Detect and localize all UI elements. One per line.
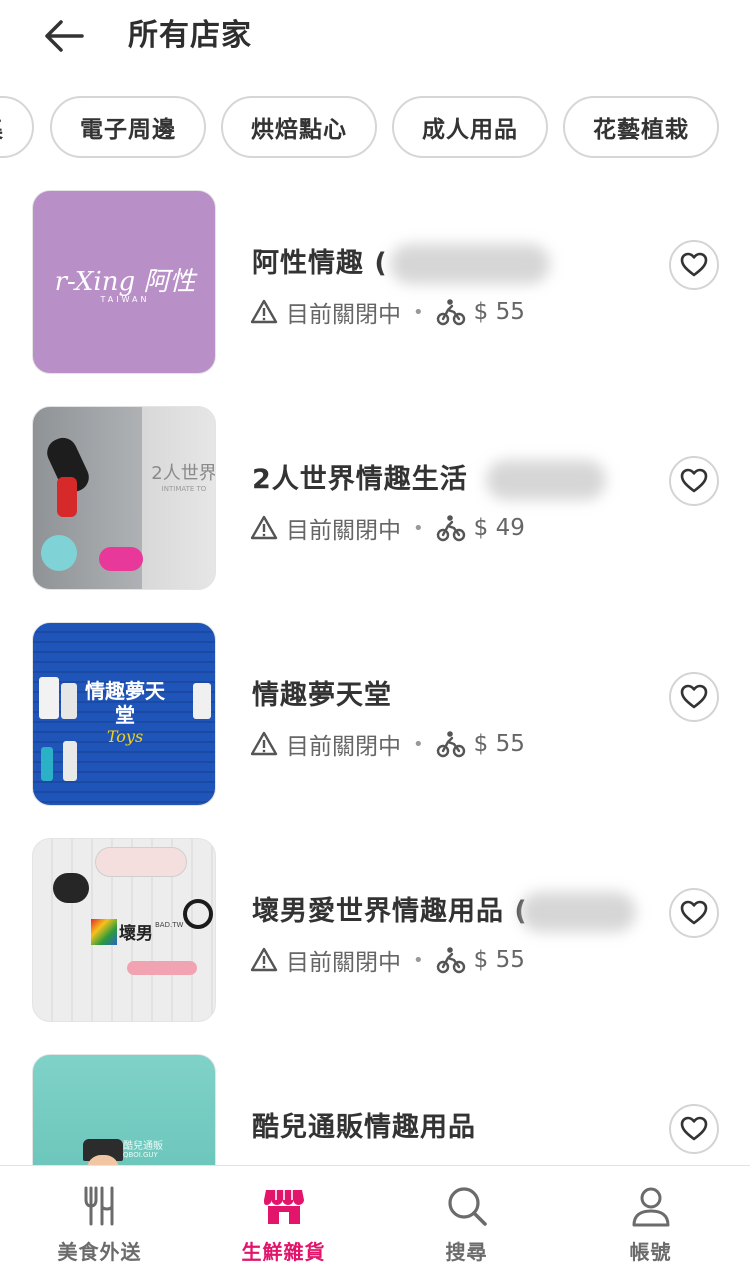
chip-category[interactable]: 成人用品 [392, 96, 548, 158]
separator-dot: • [413, 949, 424, 971]
separator-dot: • [413, 517, 424, 539]
heart-icon [680, 252, 708, 277]
warning-icon [250, 947, 278, 972]
logo-text: 酷兒通販 [123, 1141, 163, 1152]
logo-text: r-Xing 阿性 [54, 267, 196, 297]
nav-label: 美食外送 [57, 1240, 142, 1264]
category-chips: 集 電子周邊 烘焙點心 成人用品 花藝植栽 [0, 96, 750, 158]
store-meta: 目前關閉中 • $ 55 [250, 296, 525, 328]
logo-subtext: INTIMATE TO [161, 485, 207, 493]
product-shape [57, 477, 77, 517]
warning-icon [250, 515, 278, 540]
delivery-fee: $ 55 [473, 947, 525, 973]
product-shape [53, 873, 89, 903]
logo-subtext: TAIWAN [100, 295, 150, 304]
store-meta: 目前關閉中 • $ 55 [250, 944, 525, 976]
logo-subtext: QBOI.GUY [123, 1151, 158, 1159]
store-logo: r-Xing 阿性 TAIWAN [32, 190, 216, 374]
heart-icon [680, 468, 708, 493]
nav-search[interactable]: 搜尋 [373, 1166, 560, 1285]
nav-label: 生鮮雜貨 [241, 1240, 326, 1264]
warning-icon [250, 299, 278, 324]
favorite-button[interactable] [669, 240, 719, 290]
back-button[interactable] [40, 14, 88, 58]
person-icon [632, 1187, 669, 1227]
store-card[interactable]: r-Xing 阿性 TAIWAN 阿性情趣 ( 目前關閉中 • $ 55 [0, 190, 750, 374]
page-title: 所有店家 [128, 18, 252, 53]
delivery-fee: $ 55 [473, 299, 525, 325]
store-logo: 情趣夢天堂 Toys [32, 622, 216, 806]
arrow-left-icon [45, 20, 84, 52]
delivery-fee: $ 55 [473, 731, 525, 757]
logo-text: 情趣夢天堂 [85, 679, 165, 727]
logo-mark [91, 919, 117, 945]
separator-dot: • [413, 301, 424, 323]
warning-icon [250, 731, 278, 756]
delivery-bike-icon [436, 731, 465, 758]
product-shape [41, 747, 53, 781]
heart-icon [680, 684, 708, 709]
store-logo: 壞男 BAD.TW [32, 838, 216, 1022]
store-logo: 酷兒通販 QBOI.GUY [32, 1054, 216, 1165]
store-name: 阿性情趣 ( [252, 248, 388, 279]
header: 所有店家 [0, 0, 750, 72]
chip-category[interactable]: 集 [0, 96, 34, 158]
store-icon [263, 1190, 304, 1224]
product-shape [127, 961, 197, 975]
store-meta: 目前關閉中 • $ 49 [250, 512, 525, 544]
product-shape [99, 547, 143, 571]
delivery-bike-icon [436, 947, 465, 974]
store-card[interactable]: 酷兒通販 QBOI.GUY 酷兒通販情趣用品 [0, 1054, 750, 1165]
store-name: 酷兒通販情趣用品 [252, 1112, 476, 1143]
heart-icon [680, 1116, 708, 1141]
nav-grocery[interactable]: 生鮮雜貨 [190, 1166, 377, 1285]
logo-subtext: Toys [106, 727, 144, 746]
redacted-branch [520, 892, 636, 932]
favorite-button[interactable] [669, 1104, 719, 1154]
search-icon [447, 1187, 487, 1226]
chip-category[interactable]: 烘焙點心 [221, 96, 377, 158]
store-status: 目前關閉中 [286, 950, 401, 976]
utensils-icon [84, 1186, 113, 1226]
store-meta: 目前關閉中 • $ 55 [250, 728, 525, 760]
store-name: 壞男愛世界情趣用品 ( [252, 896, 528, 927]
store-name: 情趣夢天堂 [252, 680, 392, 711]
store-status: 目前關閉中 [286, 302, 401, 328]
store-card[interactable]: 情趣夢天堂 Toys 情趣夢天堂 目前關閉中 • $ 55 [0, 622, 750, 806]
nav-label: 帳號 [629, 1240, 672, 1264]
logo-subtext: BAD.TW [155, 921, 184, 929]
separator-dot: • [413, 733, 424, 755]
delivery-fee: $ 49 [473, 515, 525, 541]
store-status: 目前關閉中 [286, 518, 401, 544]
product-shape [183, 899, 213, 929]
nav-label: 搜尋 [445, 1240, 488, 1264]
redacted-branch [390, 244, 550, 284]
delivery-bike-icon [436, 299, 465, 326]
logo-text: 2人世界 [151, 463, 216, 484]
store-logo: 2人世界 INTIMATE TO [32, 406, 216, 590]
favorite-button[interactable] [669, 672, 719, 722]
chip-category[interactable]: 電子周邊 [50, 96, 206, 158]
product-shape [41, 535, 77, 571]
favorite-button[interactable] [669, 888, 719, 938]
product-shape [95, 847, 187, 877]
store-card[interactable]: 壞男 BAD.TW 壞男愛世界情趣用品 ( 目前關閉中 • $ 55 [0, 838, 750, 1022]
delivery-bike-icon [436, 515, 465, 542]
nav-account[interactable]: 帳號 [557, 1166, 744, 1285]
favorite-button[interactable] [669, 456, 719, 506]
store-card[interactable]: 2人世界 INTIMATE TO 2人世界情趣生活 目前關閉中 • $ 49 [0, 406, 750, 590]
nav-food-delivery[interactable]: 美食外送 [6, 1166, 193, 1285]
logo-text: 壞男 [119, 924, 153, 944]
heart-icon [680, 900, 708, 925]
redacted-branch [486, 460, 606, 500]
bottom-nav: 美食外送 生鮮雜貨 搜尋 帳號 [0, 1165, 750, 1285]
store-list: r-Xing 阿性 TAIWAN 阿性情趣 ( 目前關閉中 • $ 55 2人世… [0, 190, 750, 1165]
chip-category[interactable]: 花藝植栽 [563, 96, 719, 158]
store-status: 目前關閉中 [286, 734, 401, 760]
store-name: 2人世界情趣生活 [252, 464, 468, 495]
product-shape [63, 741, 77, 781]
